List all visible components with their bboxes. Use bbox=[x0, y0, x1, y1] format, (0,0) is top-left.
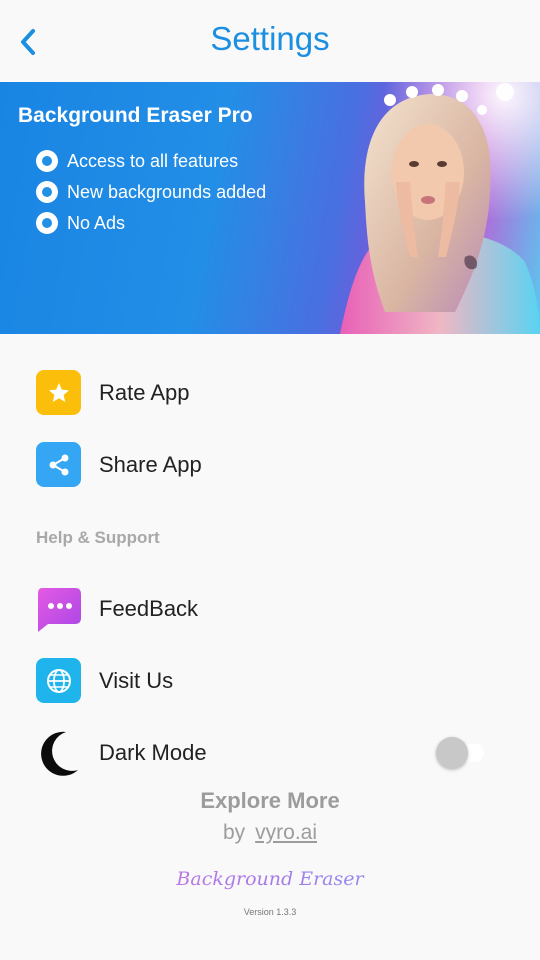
page-title: Settings bbox=[210, 20, 330, 57]
toggle-knob bbox=[436, 737, 468, 769]
feedback-label: FeedBack bbox=[99, 596, 199, 621]
globe-icon bbox=[46, 668, 71, 693]
share-icon-box bbox=[36, 442, 81, 487]
version-label: Version 1.3.3 bbox=[243, 907, 297, 917]
feature-label: Access to all features bbox=[67, 150, 239, 171]
feedback-row[interactable]: FeedBack bbox=[36, 586, 198, 632]
feature-label: New backgrounds added bbox=[67, 181, 267, 202]
byline: by vyro.ai bbox=[0, 821, 540, 845]
share-app-label: Share App bbox=[99, 451, 202, 477]
chat-dots-icon bbox=[38, 588, 81, 632]
feature-item: Access to all features bbox=[36, 150, 238, 172]
by-label: by bbox=[222, 821, 246, 844]
rate-app-label: Rate App bbox=[99, 379, 190, 405]
feature-item: New backgrounds added bbox=[36, 181, 266, 203]
dark-mode-label: Dark Mode bbox=[99, 740, 207, 765]
radio-bullet-icon bbox=[36, 212, 58, 234]
radio-bullet-icon bbox=[36, 181, 58, 203]
share-app-row[interactable]: Share App bbox=[36, 442, 202, 487]
dark-mode-toggle[interactable] bbox=[436, 737, 486, 769]
top-bar: Settings bbox=[0, 0, 540, 82]
explore-more-heading: Explore More bbox=[200, 788, 340, 813]
feature-item: No Ads bbox=[36, 212, 125, 234]
banner-model-photo bbox=[300, 82, 540, 334]
help-support-heading: Help & Support bbox=[36, 528, 160, 547]
visit-icon-box bbox=[36, 658, 81, 703]
feature-label: No Ads bbox=[67, 212, 126, 233]
moon-icon bbox=[41, 731, 78, 776]
visit-us-label: Visit Us bbox=[99, 667, 174, 693]
dark-mode-row: Dark Mode bbox=[36, 730, 207, 776]
pro-banner[interactable]: Background Eraser Pro Access to all feat… bbox=[0, 82, 540, 334]
banner-title: Background Eraser Pro bbox=[18, 104, 253, 127]
star-icon bbox=[48, 382, 69, 402]
visit-us-row[interactable]: Visit Us bbox=[36, 658, 173, 703]
brand-logo: Background Eraser bbox=[0, 868, 540, 890]
rate-icon-box bbox=[36, 370, 81, 415]
vyro-link[interactable]: vyro.ai bbox=[255, 821, 317, 844]
share-icon bbox=[49, 454, 68, 475]
radio-bullet-icon bbox=[36, 150, 58, 172]
rate-app-row[interactable]: Rate App bbox=[36, 370, 190, 415]
